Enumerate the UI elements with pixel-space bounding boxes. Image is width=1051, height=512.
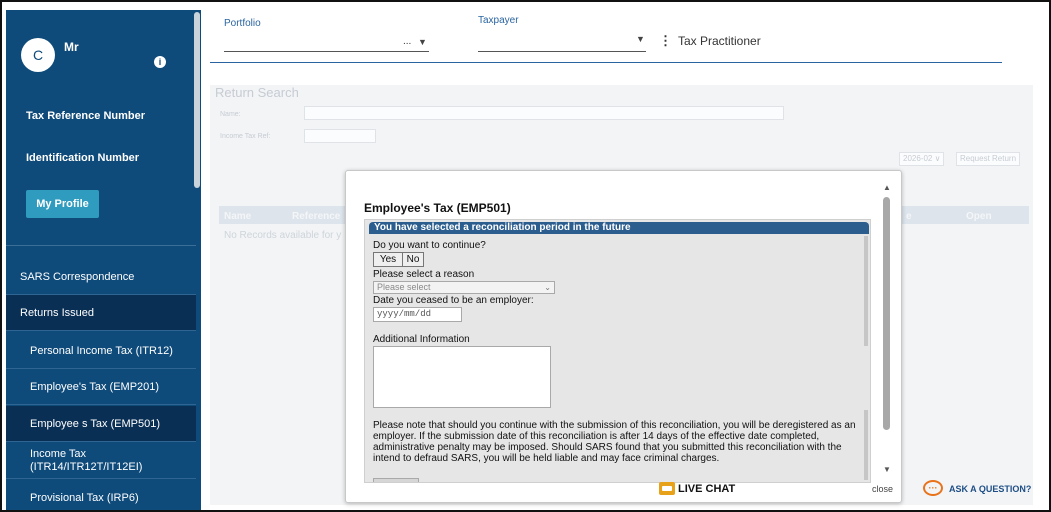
scroll-up-icon[interactable]: ▲	[883, 183, 891, 192]
return-search-title: Return Search	[215, 85, 299, 100]
ask-a-question-link[interactable]: ASK A QUESTION?	[949, 484, 1031, 494]
taxpayer-label: Taxpayer	[478, 15, 519, 26]
sidebar-divider	[6, 245, 196, 246]
header-divider	[210, 62, 1002, 63]
live-chat-button[interactable]: LIVE CHAT	[678, 483, 735, 495]
form-scrollbar[interactable]	[864, 236, 868, 346]
chevron-down-icon: ⌄	[544, 283, 551, 292]
period-select[interactable]: 2026-02 ∨	[899, 152, 945, 166]
additional-information-label: Additional Information	[373, 334, 470, 345]
taxpayer-select[interactable]	[478, 51, 646, 52]
column-type: e	[906, 211, 912, 222]
sidebar-item-itr12[interactable]: Personal Income Tax (ITR12)	[6, 333, 196, 369]
avatar[interactable]: C	[21, 38, 55, 72]
live-chat-icon[interactable]	[659, 482, 675, 495]
request-return-button[interactable]: Request Return	[956, 152, 1021, 166]
chat-bubble-icon[interactable]: ···	[923, 480, 943, 496]
close-link[interactable]: close	[872, 484, 893, 494]
sidebar-item-irp6[interactable]: Provisional Tax (IRP6)	[6, 480, 196, 510]
sidebar: C Mr i Tax Reference Number Identificati…	[6, 10, 201, 510]
sidebar-item-emp201[interactable]: Employee's Tax (EMP201)	[6, 369, 196, 405]
column-open: Open	[966, 211, 992, 222]
taxpayer-caret-icon[interactable]: ▼	[636, 34, 645, 44]
app-window: C Mr i Tax Reference Number Identificati…	[0, 0, 1051, 512]
tax-reference-number-label: Tax Reference Number	[26, 110, 146, 122]
ceased-date-label: Date you ceased to be an employer:	[373, 295, 534, 306]
deregistration-notice: Please note that should you continue wit…	[373, 420, 856, 464]
reason-select[interactable]: Please select ⌄	[373, 281, 555, 294]
no-records-text: No Records available for y	[224, 230, 342, 241]
form-scrollbar-lower[interactable]	[864, 410, 868, 480]
portfolio-select[interactable]	[224, 51, 429, 52]
portfolio-label: Portfolio	[224, 18, 261, 29]
sidebar-scrollbar[interactable]	[194, 12, 200, 188]
income-tax-ref-input[interactable]	[304, 129, 376, 143]
identification-number-label: Identification Number	[26, 152, 140, 164]
modal-title: Employee's Tax (EMP501)	[364, 201, 511, 215]
sidebar-item-label: Returns Issued	[20, 306, 94, 319]
name-label: Name:	[220, 111, 241, 118]
scroll-down-icon[interactable]: ▼	[883, 465, 891, 474]
column-reference: Reference	[292, 211, 341, 222]
portfolio-value: ...	[403, 36, 412, 47]
modal-scrollbar[interactable]: ▲ ▼	[882, 183, 892, 478]
tax-practitioner-label: Tax Practitioner	[678, 34, 761, 48]
yes-button[interactable]: Yes	[373, 252, 403, 267]
info-icon[interactable]: i	[154, 56, 166, 68]
user-name: Mr	[64, 40, 79, 54]
sidebar-item-itr14[interactable]: Income Tax (ITR14/ITR12T/IT12EI)	[6, 443, 196, 479]
reason-label: Please select a reason	[373, 269, 475, 280]
sidebar-item-label: Personal Income Tax (ITR12)	[30, 344, 173, 357]
sidebar-item-label: Employee's Tax (EMP201)	[30, 380, 160, 393]
more-options-icon[interactable]: ⋮	[659, 33, 672, 49]
sidebar-item-returns-issued[interactable]: Returns Issued	[6, 295, 196, 331]
sidebar-item-label: SARS Correspondence	[20, 270, 135, 283]
emp501-modal: Employee's Tax (EMP501) You have selecte…	[345, 170, 902, 503]
modal-scroll-thumb[interactable]	[883, 197, 890, 430]
my-profile-button[interactable]: My Profile	[26, 190, 99, 218]
sidebar-item-label: Income Tax (ITR14/ITR12T/IT12EI)	[30, 447, 143, 473]
no-button[interactable]: No	[402, 252, 424, 267]
income-tax-ref-label: Income Tax Ref:	[220, 133, 271, 140]
reconciliation-form: You have selected a reconciliation perio…	[364, 219, 871, 483]
additional-information-textarea[interactable]	[373, 346, 551, 408]
sidebar-item-sars-correspondence[interactable]: SARS Correspondence	[6, 259, 196, 295]
future-period-banner: You have selected a reconciliation perio…	[369, 222, 869, 234]
portfolio-caret-icon[interactable]: ▼	[418, 37, 427, 47]
sidebar-item-label: Employee s Tax (EMP501)	[30, 417, 161, 430]
ceased-date-input[interactable]: yyyy/mm/dd	[373, 307, 462, 322]
name-input[interactable]	[304, 106, 784, 120]
sidebar-item-label: Provisional Tax (IRP6)	[30, 491, 139, 504]
form-submit-button[interactable]	[373, 478, 419, 482]
continue-question: Do you want to continue?	[373, 240, 486, 251]
sidebar-item-emp501[interactable]: Employee s Tax (EMP501)	[6, 406, 196, 442]
reason-select-value: Please select	[377, 282, 431, 292]
column-name: Name	[224, 211, 252, 222]
